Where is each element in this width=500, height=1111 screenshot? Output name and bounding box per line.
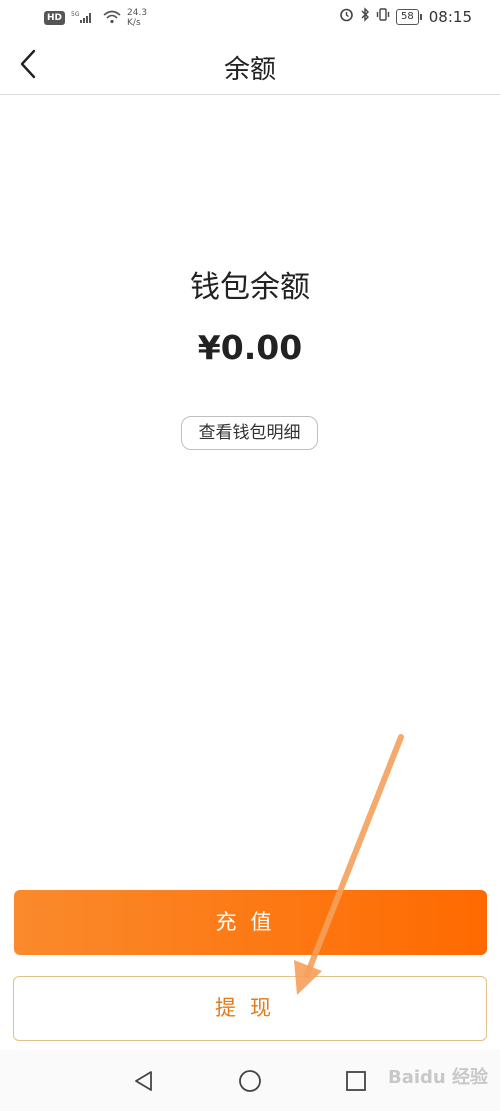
header: 余额 <box>0 36 500 95</box>
nav-back-button[interactable] <box>127 1064 161 1098</box>
page-title: 余额 <box>223 55 276 85</box>
net-speed: 24.3 K/s <box>127 8 147 28</box>
wallet-balance-amount: ¥0.00 <box>197 328 303 367</box>
net-speed-value: 24.3 <box>127 8 148 18</box>
nav-recents-button[interactable] <box>339 1064 373 1098</box>
circle-home-icon <box>239 1070 261 1092</box>
wifi-icon <box>103 9 121 28</box>
status-left: HD 5G 24.3 K/s <box>44 8 147 28</box>
nav-home-button[interactable] <box>233 1064 267 1098</box>
battery-icon: 58 <box>396 8 422 25</box>
baidu-watermark: Baidu 经验 <box>387 1067 488 1088</box>
wallet-balance-label: 钱包余额 <box>190 270 310 305</box>
bluetooth-icon <box>360 7 370 26</box>
clock: 08:15 <box>428 7 472 26</box>
recharge-button[interactable]: 充值 <box>14 890 487 955</box>
square-recents-icon <box>346 1071 366 1091</box>
withdraw-button[interactable]: 提现 <box>13 976 487 1041</box>
network-type: 5G <box>71 11 80 18</box>
net-speed-unit: K/s <box>127 18 141 28</box>
signal-icon: 5G <box>71 9 97 28</box>
vibrate-icon <box>376 7 390 26</box>
alarm-icon <box>339 7 354 26</box>
status-bar: HD 5G 24.3 K/s 58 08:15 <box>0 0 500 36</box>
hd-badge: HD <box>44 11 66 25</box>
status-right: 58 08:15 <box>339 7 472 26</box>
view-wallet-details-button[interactable]: 查看钱包明细 <box>181 416 318 450</box>
triangle-back-icon <box>135 1071 152 1091</box>
